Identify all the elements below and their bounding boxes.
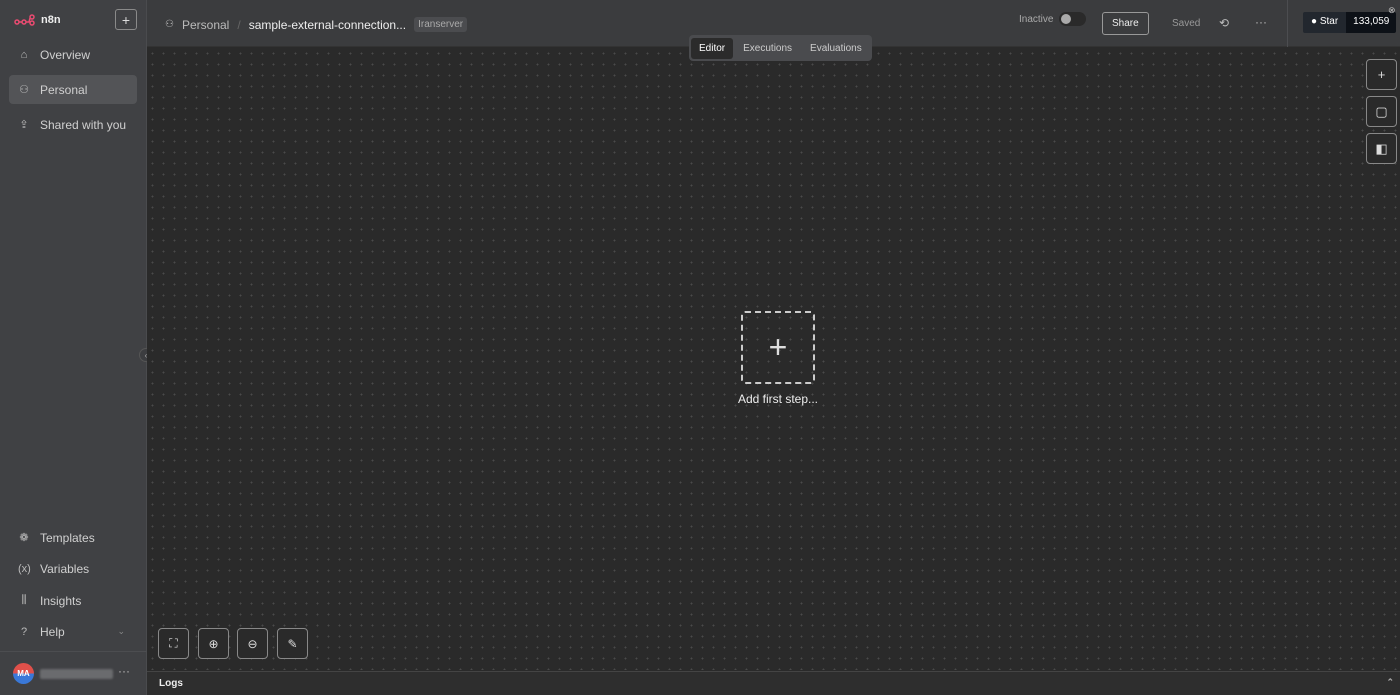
chevron-down-icon: ⌄: [117, 626, 125, 636]
add-first-step-label: Add first step...: [737, 392, 819, 406]
breadcrumb-separator: /: [237, 17, 241, 32]
n8n-logo-icon: [14, 14, 35, 26]
variables-icon: (x): [18, 562, 31, 575]
sidebar-item-label: Shared with you: [40, 117, 127, 132]
plus-icon: +: [1377, 67, 1386, 82]
sidebar-item-label: Overview: [40, 47, 91, 62]
fit-view-button[interactable]: ⛶: [158, 628, 189, 659]
view-tabs: Editor Executions Evaluations: [689, 35, 872, 61]
status-label: Inactive: [1019, 13, 1054, 25]
sidebar-item-insights[interactable]: ⫼ Insights: [9, 586, 137, 615]
note-icon: ▢: [1375, 103, 1388, 119]
share-button[interactable]: Share: [1102, 12, 1149, 35]
more-icon[interactable]: ···: [118, 664, 130, 678]
saved-status: Saved: [1172, 18, 1201, 29]
panel-icon: ◧: [1375, 140, 1388, 156]
zoom-out-button[interactable]: ⊖: [237, 628, 268, 659]
sidebar: n8n + ⌂ Overview ⚇ Personal ⇪ Shared with y…: [0, 0, 147, 695]
zoom-in-icon: ⊕: [208, 636, 219, 651]
create-button[interactable]: +: [115, 9, 137, 30]
history-icon[interactable]: ⟲: [1219, 16, 1229, 30]
add-node-button[interactable]: +: [1366, 59, 1397, 90]
logs-panel[interactable]: Logs ⌃: [147, 671, 1400, 695]
workflow-tag[interactable]: Iranserver: [414, 17, 468, 32]
logs-label: Logs: [159, 678, 183, 689]
sidebar-item-shared[interactable]: ⇪ Shared with you: [9, 110, 137, 139]
plus-icon: +: [768, 329, 788, 365]
user-icon: ⚇: [165, 19, 174, 30]
sidebar-item-personal[interactable]: ⚇ Personal: [9, 75, 137, 104]
github-star-button[interactable]: ● Star 133,059: [1303, 12, 1397, 33]
zoom-in-button[interactable]: ⊕: [198, 628, 229, 659]
help-icon: ?: [20, 625, 28, 638]
n8n-logo[interactable]: n8n: [14, 14, 61, 26]
sticky-note-button[interactable]: ▢: [1366, 96, 1397, 127]
chevron-up-icon[interactable]: ⌃: [1386, 677, 1394, 688]
user-icon: ⚇: [19, 84, 29, 96]
tab-evaluations[interactable]: Evaluations: [802, 38, 870, 59]
sidebar-item-label: Personal: [40, 82, 88, 97]
sidebar-item-label: Help: [40, 624, 65, 639]
user-menu[interactable]: MA ···: [0, 651, 147, 695]
github-star: ● Star: [1303, 12, 1347, 33]
tab-executions[interactable]: Executions: [735, 38, 800, 59]
user-name-redacted: [40, 669, 113, 679]
sidebar-item-label: Variables: [40, 561, 90, 576]
sidebar-item-variables[interactable]: (x) Variables: [9, 554, 137, 583]
templates-icon: ❁: [19, 532, 29, 544]
divider: [1287, 0, 1288, 47]
toggle-switch[interactable]: [1059, 12, 1087, 26]
sidebar-item-templates[interactable]: ❁ Templates: [9, 523, 137, 552]
avatar: MA: [13, 663, 34, 684]
breadcrumb: ⚇ Personal / sample-external-connection.…: [165, 17, 468, 32]
brand-name: n8n: [41, 14, 61, 26]
breadcrumb-project[interactable]: Personal: [182, 18, 229, 32]
fullscreen-icon: ⛶: [169, 636, 178, 650]
tab-editor[interactable]: Editor: [691, 37, 734, 59]
zoom-out-icon: ⊖: [247, 636, 258, 651]
sidebar-item-label: Templates: [40, 530, 95, 545]
active-toggle[interactable]: Inactive: [1019, 12, 1087, 26]
home-icon: ⌂: [20, 48, 28, 61]
chart-icon: ⫼: [21, 594, 27, 606]
sidebar-item-overview[interactable]: ⌂ Overview: [9, 40, 137, 69]
add-first-step-button[interactable]: +: [741, 311, 815, 384]
sidebar-item-help[interactable]: ? Help ⌄: [9, 617, 137, 646]
workflow-title[interactable]: sample-external-connection...: [249, 18, 406, 32]
toggle-panel-button[interactable]: ◧: [1366, 133, 1397, 164]
more-options-icon[interactable]: ···: [1255, 15, 1267, 29]
tidy-up-button[interactable]: ✎: [277, 628, 308, 659]
close-icon[interactable]: ⊗: [1388, 5, 1396, 16]
share-icon: ⇪: [19, 119, 29, 131]
broom-icon: ✎: [287, 636, 298, 651]
sidebar-item-label: Insights: [40, 593, 82, 608]
